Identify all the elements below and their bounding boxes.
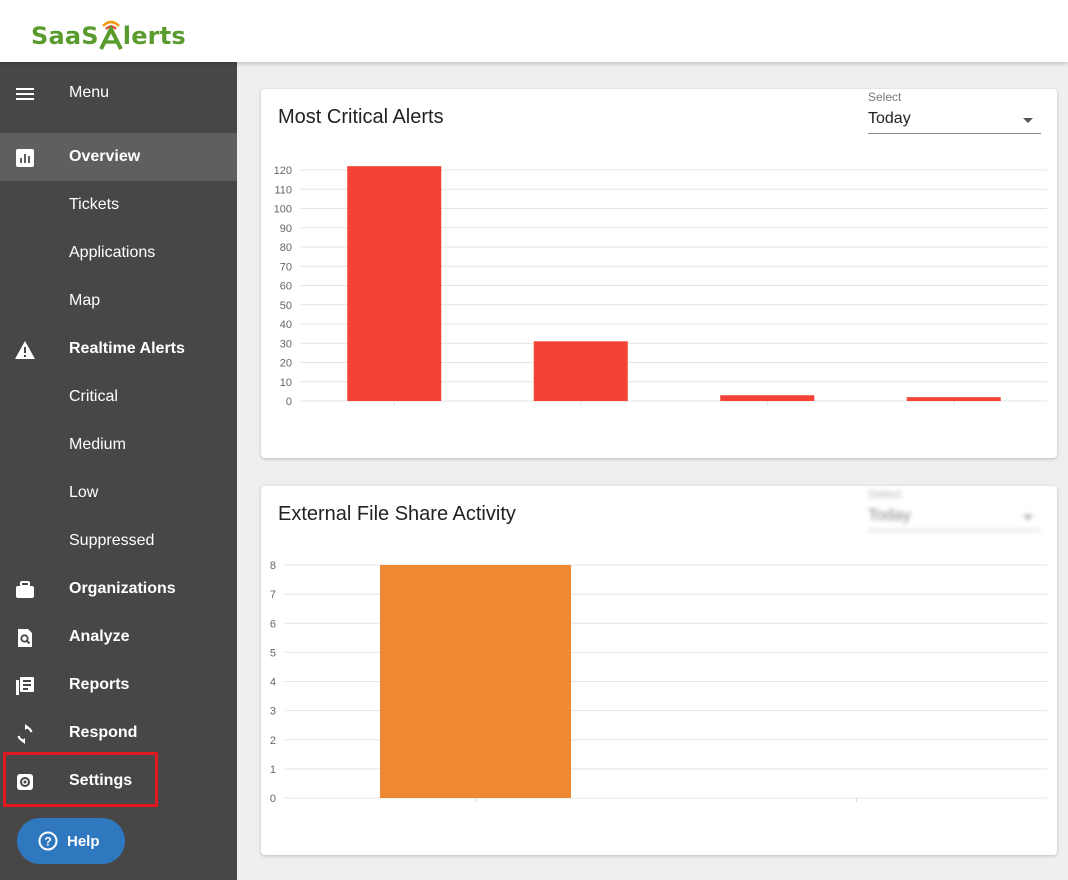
warning-icon — [14, 339, 36, 361]
chart-bar — [720, 395, 815, 401]
sidebar-item-label: Reports — [69, 676, 130, 693]
sidebar-item-medium[interactable]: Medium — [0, 421, 237, 469]
sidebar-item-tickets[interactable]: Tickets — [0, 181, 237, 229]
y-tick-label: 70 — [280, 261, 292, 273]
sidebar-item-label: Analyze — [69, 628, 130, 645]
y-tick-label: 10 — [280, 377, 292, 389]
y-tick-label: 120 — [274, 165, 292, 177]
y-tick-label: 2 — [270, 735, 276, 747]
y-tick-label: 90 — [280, 223, 292, 235]
chart-bar — [906, 397, 1001, 401]
hamburger-menu-icon — [14, 83, 36, 105]
y-tick-label: 50 — [280, 300, 292, 312]
sidebar-item-label: Settings — [69, 772, 133, 789]
chart-bar — [533, 341, 628, 401]
sidebar-item-reports[interactable]: Reports — [0, 661, 237, 709]
sidebar-item-label: Applications — [69, 244, 156, 261]
sidebar-item-overview[interactable]: Overview — [0, 133, 237, 181]
file-share-chart: 0 1 2 3 4 5 6 7 8 — [270, 560, 1047, 805]
y-tick-label: 3 — [270, 706, 276, 718]
y-tick-label: 7 — [270, 589, 276, 601]
reports-icon — [14, 675, 36, 697]
sidebar-item-low[interactable]: Low — [0, 469, 237, 517]
bar-chart-icon — [14, 147, 36, 169]
chart-bar — [380, 565, 571, 798]
sidebar-item-settings[interactable]: Settings — [0, 757, 237, 805]
logo-text-right: lerts — [122, 22, 186, 50]
wifi-a-icon — [98, 20, 123, 50]
briefcase-icon — [14, 579, 36, 601]
critical-alerts-chart: 0 10 20 30 40 50 60 70 80 90 100 110 120 — [274, 165, 1047, 408]
y-tick-label: 0 — [270, 793, 276, 805]
search-doc-icon — [14, 627, 36, 649]
help-circle-icon: ? — [38, 831, 58, 851]
sidebar-item-applications[interactable]: Applications — [0, 229, 237, 277]
sidebar-item-realtime-alerts[interactable]: Realtime Alerts — [0, 325, 237, 373]
chart-bar — [347, 166, 442, 401]
saas-alerts-logo[interactable]: SaaS lerts — [31, 16, 186, 50]
y-tick-label: 6 — [270, 618, 276, 630]
sidebar-item-label: Organizations — [69, 580, 176, 597]
external-file-share-card: External File Share Activity Select Toda… — [261, 486, 1057, 855]
y-tick-label: 40 — [280, 319, 292, 331]
y-tick-label: 0 — [286, 396, 292, 408]
sidebar-item-critical[interactable]: Critical — [0, 373, 237, 421]
y-tick-label: 5 — [270, 647, 276, 659]
sidebar-item-label: Critical — [69, 388, 118, 405]
gear-icon — [14, 771, 36, 793]
help-label: Help — [67, 832, 100, 850]
sidebar-item-analyze[interactable]: Analyze — [0, 613, 237, 661]
y-tick-label: 100 — [274, 204, 292, 216]
sidebar-item-label: Medium — [69, 436, 126, 453]
sidebar-item-map[interactable]: Map — [0, 277, 237, 325]
sidebar-item-respond[interactable]: Respond — [0, 709, 237, 757]
sidebar: Menu Overview Tickets Applications Map R… — [0, 62, 237, 880]
y-tick-label: 20 — [280, 358, 292, 370]
sidebar-item-label: Respond — [69, 724, 138, 741]
y-tick-label: 30 — [280, 338, 292, 350]
refresh-icon — [14, 723, 36, 745]
y-tick-label: 1 — [270, 764, 276, 776]
sidebar-item-label: Realtime Alerts — [69, 340, 185, 357]
y-tick-label: 8 — [270, 560, 276, 572]
menu-toggle[interactable]: Menu — [0, 69, 237, 117]
sidebar-item-label: Tickets — [69, 196, 120, 213]
y-tick-label: 110 — [274, 184, 292, 196]
logo-text-left: SaaS — [31, 22, 99, 50]
y-tick-label: 60 — [280, 281, 292, 293]
y-tick-label: 4 — [270, 677, 276, 689]
svg-text:?: ? — [44, 835, 51, 849]
y-tick-label: 80 — [280, 242, 292, 254]
sidebar-item-label: Low — [69, 484, 99, 501]
app-header: SaaS lerts — [0, 0, 1068, 62]
menu-label: Menu — [69, 84, 110, 101]
help-button[interactable]: ? Help — [17, 818, 125, 864]
sidebar-item-organizations[interactable]: Organizations — [0, 565, 237, 613]
sidebar-item-suppressed[interactable]: Suppressed — [0, 517, 237, 565]
sidebar-item-label: Overview — [69, 148, 141, 165]
sidebar-item-label: Map — [69, 292, 101, 309]
most-critical-alerts-card: Most Critical Alerts Select Today 0 10 20 3… — [261, 89, 1057, 458]
sidebar-item-label: Suppressed — [69, 532, 155, 549]
